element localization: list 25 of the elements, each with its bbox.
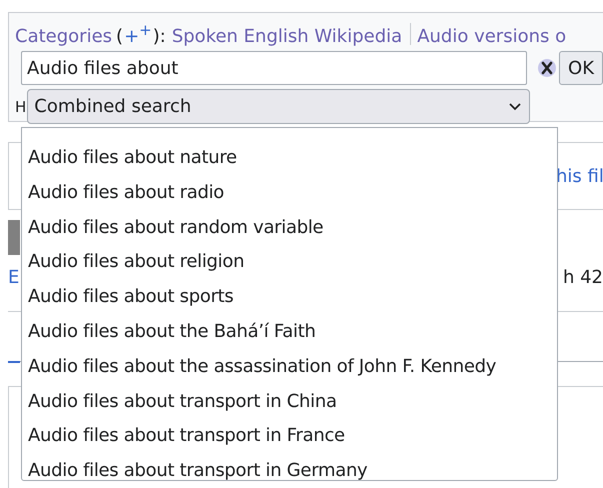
suggestion-item[interactable]: Audio files about sports [28,279,557,314]
paren-text: ( [116,26,124,47]
suggestion-item[interactable]: Audio files about transport in Germany [28,453,557,480]
suggestion-item[interactable]: Audio files about religion [28,244,557,280]
suggestion-item[interactable]: Audio files about nature [28,140,557,175]
suggestion-item[interactable]: Audio files about random variable [28,210,557,244]
paren-text: ): [152,26,166,47]
suggestion-item[interactable]: Audio files about transport in France [28,418,557,454]
ok-button[interactable]: OK [559,51,603,85]
add-category-link[interactable]: +$^{+}$ [124,21,152,47]
search-mode-select[interactable]: Combined search [27,89,530,124]
clear-icon[interactable] [537,58,558,78]
suggestion-item[interactable]: Audio files about the assassination of John F. Kennedy [28,348,557,384]
suggestion-item[interactable]: Audio files about radio [28,174,557,210]
hint-text: H [15,98,26,116]
category-link[interactable]: Audio versions o [417,26,566,47]
categories-link[interactable]: Categories [15,26,112,47]
dark-block [8,220,20,255]
row-link[interactable]: E [8,267,20,293]
category-link[interactable]: Spoken English Wikipedia [172,26,402,47]
row-text: h 42 [562,267,603,290]
suggestion-item[interactable]: Audio files about the Bahá’í Faith [28,314,557,349]
search-field[interactable]: Audio files about [21,51,528,85]
suggestion-item[interactable]: Audio files about transport in China [28,384,557,418]
chevron-icon [509,102,522,110]
